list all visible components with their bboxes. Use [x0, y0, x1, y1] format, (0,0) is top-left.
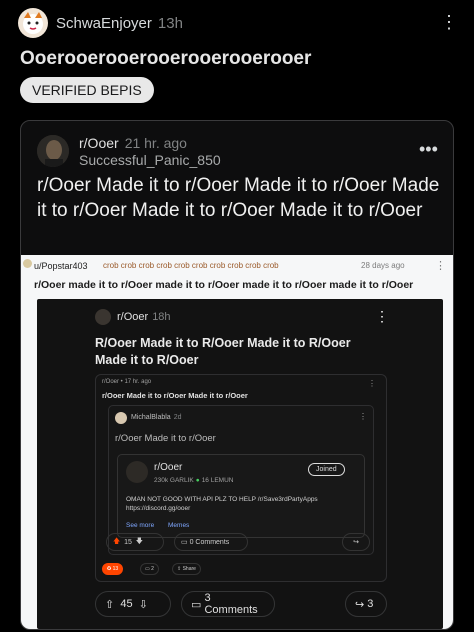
screenshot-user-avatar: [23, 259, 32, 268]
nested-subreddit: r/Ooer: [117, 311, 149, 323]
nested-chip-comment-icon: ▭: [145, 566, 150, 572]
community-stats: 230k GARLIK ● 16 LEMUN: [154, 477, 233, 484]
nested-crosspost-chips: ✪ 13 ▭ 2 ⇪ Share: [102, 563, 252, 577]
nested-share-icon: ↪: [353, 539, 359, 546]
nested-upvote-icon: 🡅: [113, 537, 121, 545]
community-see-more: See more: [126, 522, 155, 529]
nested-post-downvote-icon: ⇩: [138, 598, 148, 611]
nested-downvote-icon: 🡇: [135, 537, 143, 545]
nested-title: R/Ooer Made it to R/Ooer Made it to R/Oo…: [95, 336, 351, 367]
nested-comment-title: r/Ooer Made it to r/Ooer: [115, 433, 216, 444]
crosspost-subreddit[interactable]: r/Ooer: [79, 135, 119, 151]
nested-upvote-count: 15: [124, 538, 132, 546]
nested-comments-pill: ▭ 0 Comments: [174, 533, 248, 551]
screenshot-more-icon: ⋮: [435, 260, 446, 272]
crosspost-more-icon[interactable]: •••: [419, 139, 438, 160]
subreddit-avatar[interactable]: [37, 135, 69, 167]
nested-post-upvotes: 45: [120, 598, 133, 610]
screenshot-image: u/Popstar403 crob crob crob crob crob cr…: [21, 255, 453, 629]
nested-post-upvote-icon: ⇧: [105, 598, 115, 611]
screenshot-awards: crob crob crob crob crob crob crob crob …: [103, 261, 279, 270]
nested-post-share-icon: ↪: [355, 598, 365, 611]
nested-comment-user: MichalBlabla: [131, 414, 171, 421]
crosspost-title: r/Ooer Made it to r/Ooer Made it to r/Oo…: [37, 175, 440, 221]
crosspost-card[interactable]: r/Ooer 21 hr. ago Successful_Panic_850 ••…: [20, 120, 454, 630]
screenshot-title: r/Ooer made it to r/Ooer made it to r/Oo…: [34, 279, 414, 291]
nested-subreddit-avatar: [95, 309, 111, 325]
community-name: r/Ooer: [154, 462, 183, 473]
nested-chip-share: ⇪ Share: [172, 563, 201, 575]
award-icon: ✪: [107, 566, 112, 572]
nested-comment-user-line: MichalBlabla 2d: [131, 414, 181, 421]
nested-more-icon: ⋮: [375, 308, 389, 324]
nested-subreddit-line: r/Ooer 18h: [117, 311, 171, 323]
nested-comment-avatar: [115, 412, 127, 424]
nested-comment-more-icon: ⋮: [359, 412, 367, 421]
screenshot-age: 28 days ago: [361, 261, 405, 270]
post-title: Ooerooerooerooerooerooerooer: [20, 48, 312, 69]
community-avatar: [126, 461, 148, 483]
community-description: OMAN NOT GOOD WITH API PLZ TO HELP /r/Sa…: [126, 496, 318, 512]
community-card: r/Ooer 230k GARLIK ● 16 LEMUN Joined OMAN …: [117, 454, 365, 538]
nested-award-chip: ✪ 13: [102, 563, 124, 575]
community-members: 230k GARLIK: [154, 477, 194, 484]
nested-chip-comments: ▭ 2: [140, 563, 159, 575]
post-author-line: SchwaEnjoyer 13h: [56, 15, 183, 32]
post-time: 13h: [157, 15, 183, 32]
nested-post-share-pill: ↪ 3: [345, 591, 387, 617]
crosspost-user[interactable]: Successful_Panic_850: [79, 152, 221, 168]
online-dot-icon: ●: [195, 477, 200, 484]
nested-chip-share-label: Share: [182, 566, 196, 572]
post-author[interactable]: SchwaEnjoyer: [56, 15, 152, 32]
nested-post-shares: 3: [367, 598, 374, 610]
crosspost-time: 21 hr. ago: [124, 135, 187, 151]
nested-crosspost-action-bar: 🡅 15 🡇 ▭ 0 Comments ↪: [106, 533, 376, 553]
nested-comment-time: 2d: [173, 414, 182, 421]
crosspost-subreddit-line: r/Ooer 21 hr. ago: [79, 135, 187, 151]
nested-crosspost-title: r/Ooer Made it to r/Ooer Made it to r/Oo…: [102, 391, 248, 400]
nested-post-action-bar: ⇧ 45 ⇩ ▭ 3 Comments ↪ 3: [95, 591, 387, 619]
nested-share-pill: ↪: [342, 533, 370, 551]
screenshot-user: u/Popstar403: [34, 261, 88, 271]
nested-crosspost-meta: r/Ooer • 17 hr. ago: [102, 379, 152, 385]
nested-dark-screenshot: r/Ooer 18h ⋮ R/Ooer Made it to R/Ooer Mad…: [37, 299, 443, 629]
nested-post-vote-pill: ⇧ 45 ⇩: [95, 591, 171, 617]
nested-award-count: 13: [112, 566, 119, 572]
nested-crosspost-card: r/Ooer • 17 hr. ago r/Ooer Made it to r/…: [95, 374, 387, 582]
nested-post-comments-pill: ▭ 3 Comments: [181, 591, 275, 617]
nested-post-comment-icon: ▭: [191, 598, 202, 611]
nested-crosspost-more-icon: ⋮: [368, 379, 376, 388]
nested-vote-pill: 🡅 15 🡇: [106, 533, 164, 551]
post-flair: VERIFIED BEPIS: [20, 77, 154, 103]
nested-post-comments-label: 3 Comments: [204, 592, 258, 616]
author-avatar[interactable]: [18, 8, 48, 38]
community-memes-tag: Memes: [168, 522, 190, 529]
nested-comment-icon: ▭: [181, 539, 188, 546]
nested-time: 18h: [152, 311, 171, 323]
community-online: 16 LEMUN: [201, 477, 234, 484]
more-options-icon[interactable]: ⋮: [440, 12, 458, 33]
nested-chip-count: 2: [151, 566, 154, 572]
nested-chip-share-icon: ⇪: [177, 566, 182, 572]
nested-comments-label: 0 Comments: [189, 538, 230, 546]
community-join-button: Joined: [308, 463, 345, 476]
